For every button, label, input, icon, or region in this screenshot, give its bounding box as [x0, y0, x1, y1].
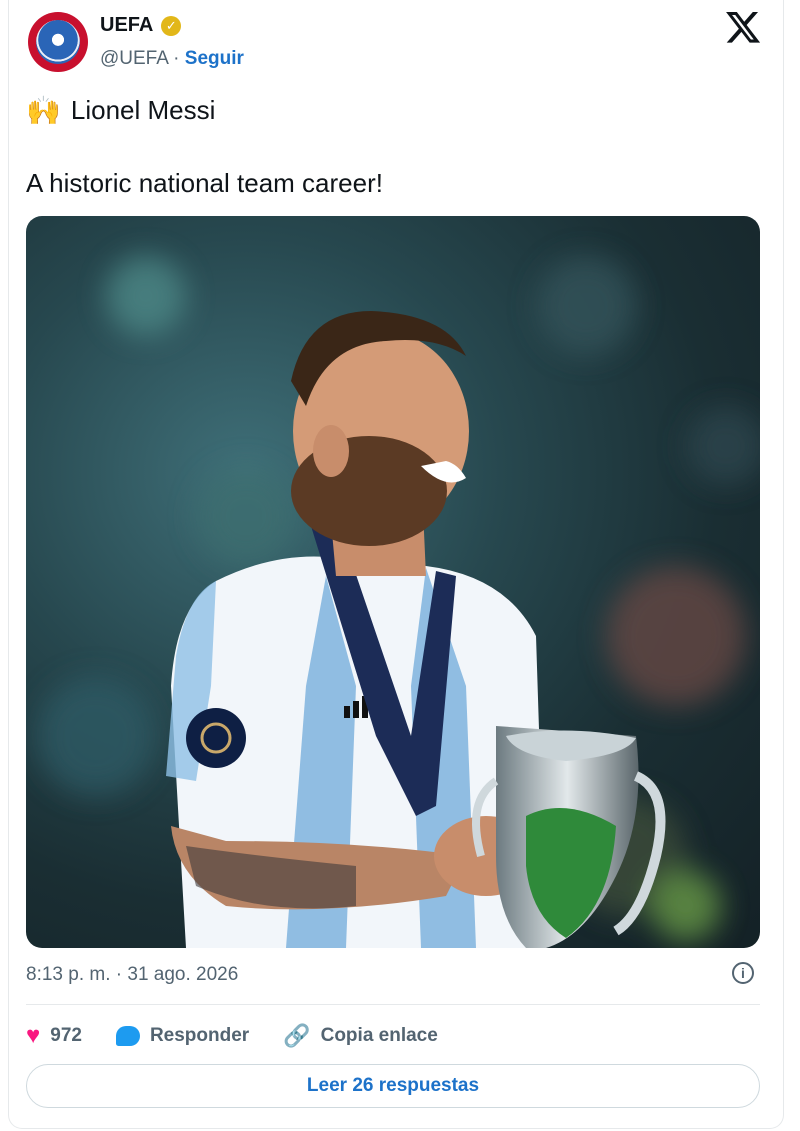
x-logo-icon[interactable] [724, 8, 762, 46]
uefa-avatar[interactable] [28, 12, 88, 72]
handle-separator: · [173, 48, 180, 69]
action-bar: ♥ 972 Responder 🔗 Copia enlace [26, 1018, 472, 1054]
tweet-headline: Lionel Messi [70, 95, 216, 125]
follow-button[interactable]: Seguir [185, 48, 244, 69]
account-handle-row: @UEFA · Seguir [100, 48, 244, 70]
reply-bubble-icon [115, 1026, 140, 1046]
account-name[interactable]: UEFA [100, 14, 153, 37]
tweet-text-line-1: 🙌 Lionel Messi [26, 94, 215, 127]
verified-badge-icon: ✓ [161, 15, 182, 36]
heart-icon: ♥ [26, 1022, 41, 1049]
link-icon: 🔗 [283, 1023, 311, 1048]
photo-illustration [36, 256, 760, 948]
uefa-logo-icon [36, 20, 80, 64]
read-replies-button[interactable]: Leer 26 respuestas [26, 1064, 760, 1108]
account-handle[interactable]: @UEFA [100, 48, 168, 69]
account-name-row: UEFA ✓ [100, 14, 182, 37]
tweet-timestamp[interactable]: 8:13 p. m. · 31 ago. 2026 [26, 964, 238, 986]
copy-link-button[interactable]: 🔗 Copia enlace [283, 1023, 438, 1049]
like-button[interactable]: ♥ 972 [26, 1024, 82, 1048]
reply-label: Responder [149, 1025, 250, 1046]
raising-hands-emoji-icon: 🙌 [26, 95, 61, 126]
like-count: 972 [50, 1025, 82, 1046]
copy-link-label: Copia enlace [320, 1025, 438, 1046]
info-icon[interactable]: i [732, 962, 754, 984]
divider [26, 1004, 760, 1005]
tweet-text-line-2: A historic national team career! [26, 168, 383, 198]
tweet-photo[interactable] [26, 216, 760, 948]
reply-button[interactable]: Responder [115, 1025, 250, 1047]
